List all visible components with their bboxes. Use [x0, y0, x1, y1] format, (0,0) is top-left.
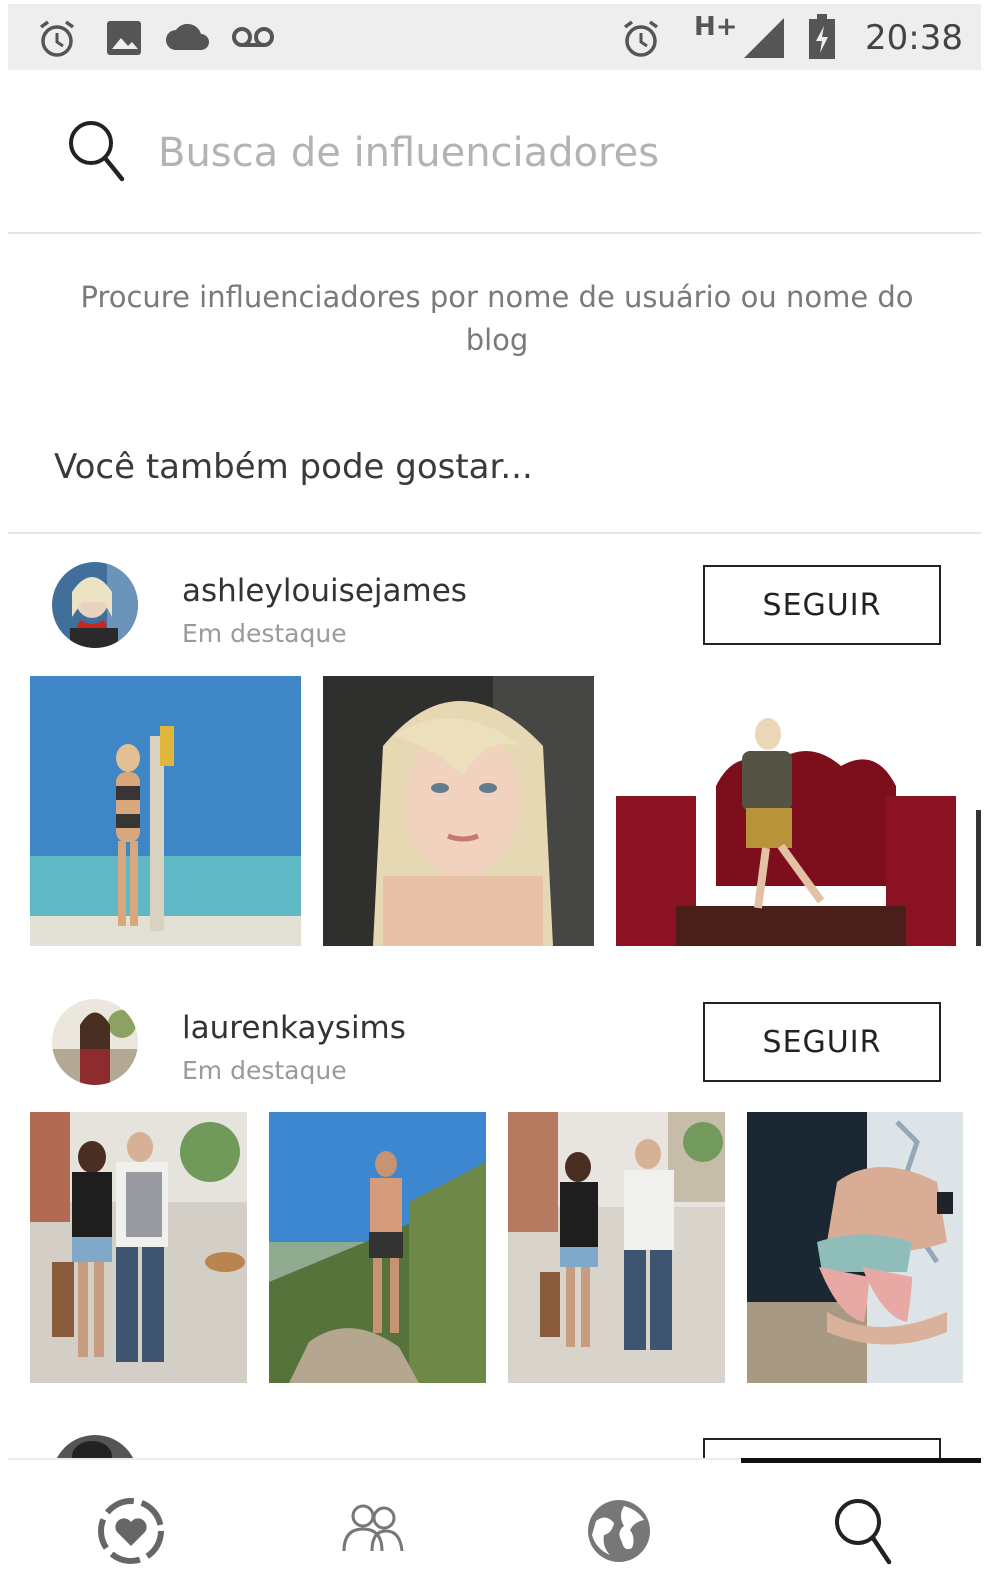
avatar[interactable] — [52, 1435, 138, 1458]
bottom-navigation — [8, 1458, 981, 1589]
influencer-username[interactable]: laurenkaysims — [182, 1010, 406, 1046]
post-thumbnail[interactable] — [30, 1112, 247, 1383]
section-title: Você também pode gostar... — [54, 447, 533, 487]
influencer-subtitle: Em destaque — [182, 1056, 347, 1085]
search-bar — [8, 70, 981, 234]
globe-icon[interactable] — [584, 1496, 664, 1576]
divider — [8, 532, 981, 534]
post-thumbnail[interactable] — [30, 676, 301, 946]
post-thumbnail-partial — [976, 810, 981, 946]
search-input[interactable] — [158, 118, 938, 188]
search-hint: Procure influenciadores por nome de usuá… — [80, 280, 914, 357]
voicemail-icon — [230, 24, 276, 54]
signal-icon — [742, 16, 786, 64]
influencer-username[interactable]: ashleylouisejames — [182, 573, 467, 609]
image-icon — [104, 18, 144, 62]
battery-charging-icon — [808, 14, 836, 64]
people-icon[interactable] — [338, 1496, 418, 1576]
post-thumbnail[interactable] — [269, 1112, 486, 1383]
post-thumbnail[interactable] — [508, 1112, 725, 1383]
network-type: H+ — [694, 12, 738, 42]
post-thumbnail[interactable] — [747, 1112, 963, 1383]
avatar[interactable] — [52, 562, 138, 648]
heart-badge-icon[interactable] — [96, 1496, 176, 1576]
cloud-icon — [164, 22, 210, 56]
follow-button[interactable]: SEGUIR — [703, 565, 941, 645]
avatar[interactable] — [52, 999, 138, 1085]
post-thumbnail[interactable] — [616, 676, 956, 946]
influencer-card-partial — [0, 1430, 994, 1458]
status-bar: H+ 20:38 — [8, 4, 981, 70]
active-tab-indicator — [741, 1458, 981, 1463]
post-thumbnail[interactable] — [323, 676, 594, 946]
alarm-icon — [620, 18, 662, 64]
follow-button[interactable]: SEGUIR — [703, 1002, 941, 1082]
clock: 20:38 — [865, 18, 963, 58]
influencer-subtitle: Em destaque — [182, 619, 347, 648]
search-icon[interactable] — [66, 118, 126, 188]
follow-button[interactable] — [703, 1438, 941, 1458]
alarm-icon — [36, 18, 78, 64]
search-icon[interactable] — [832, 1496, 912, 1576]
